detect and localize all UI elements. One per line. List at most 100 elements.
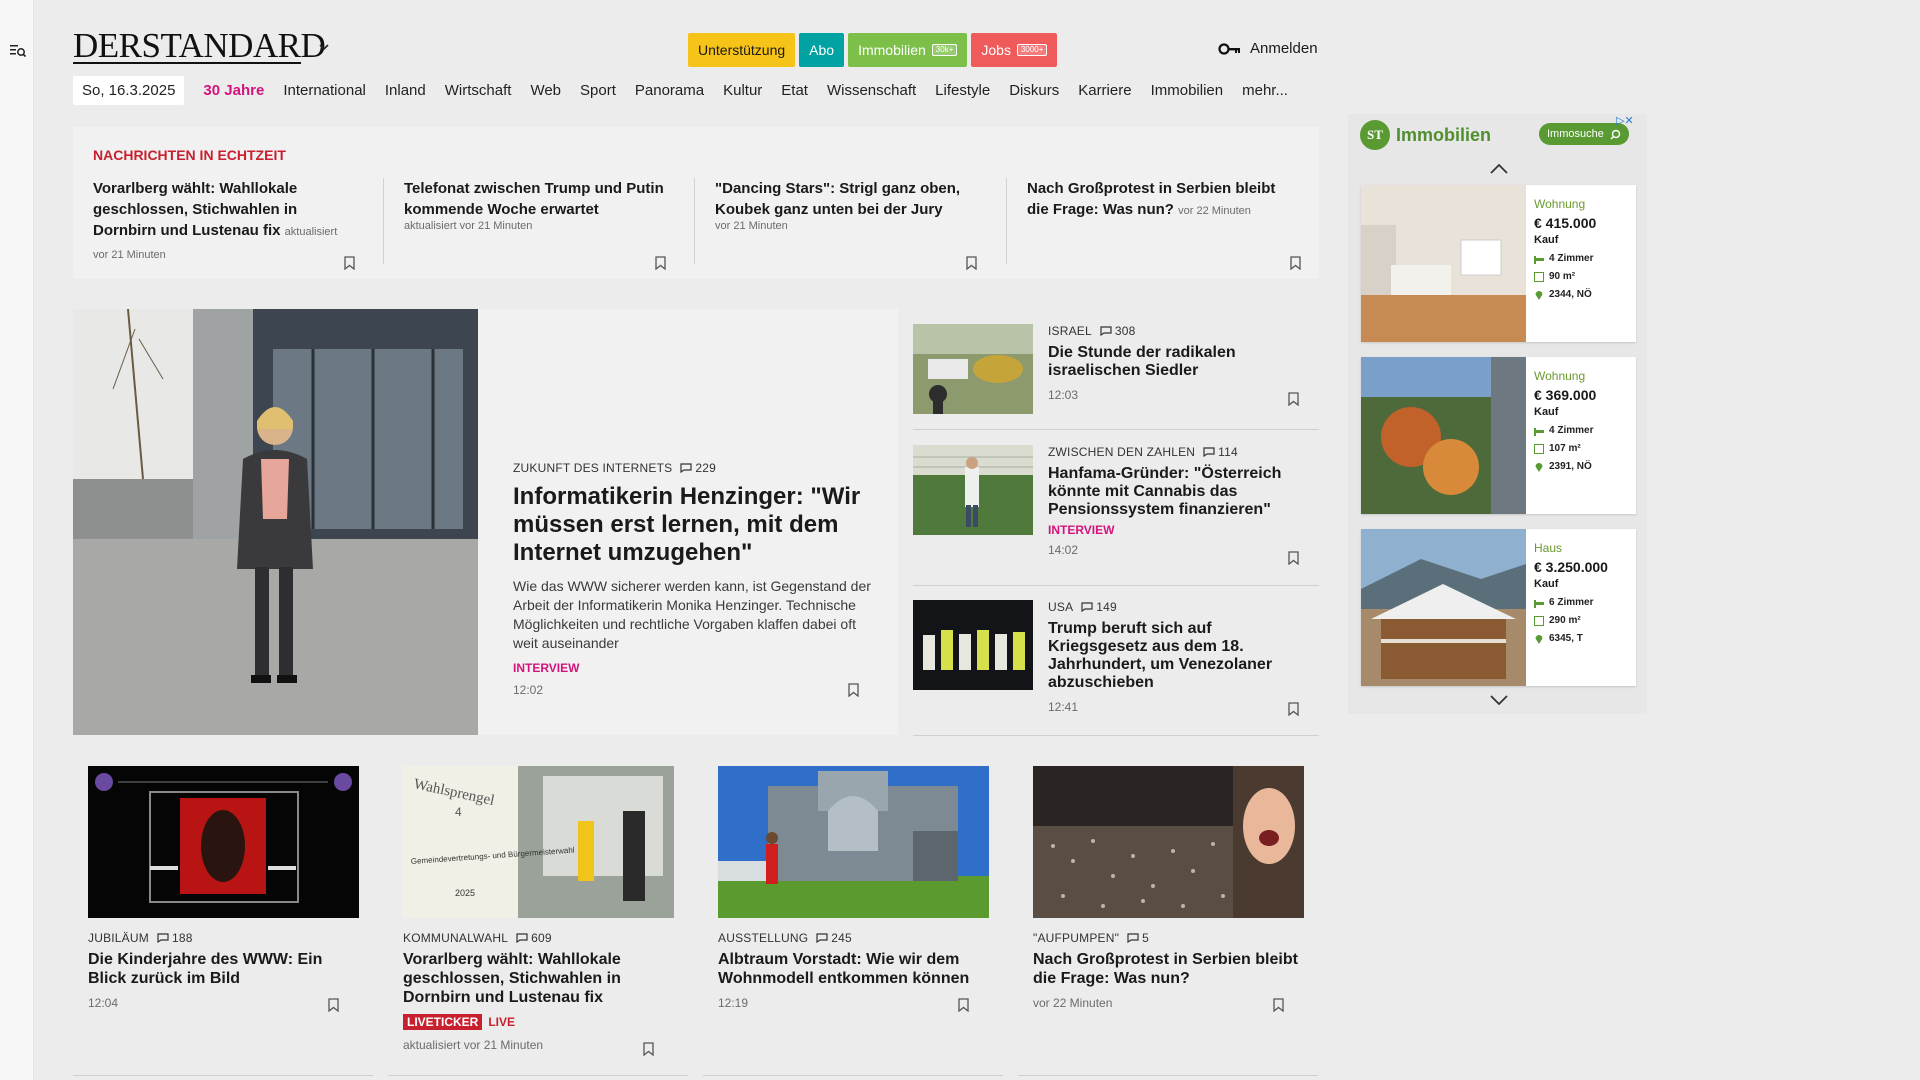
- bookmark-icon[interactable]: [1288, 551, 1299, 565]
- bookmark-icon[interactable]: [848, 683, 859, 697]
- listing-photo[interactable]: [1361, 185, 1526, 342]
- story-kicker: USA 149: [1048, 600, 1303, 614]
- timestamp: vor 22 Minuten: [1033, 996, 1113, 1010]
- key-icon: [1218, 42, 1240, 55]
- comment-icon: [1100, 326, 1112, 336]
- story-thumbnail[interactable]: [913, 324, 1033, 414]
- listing-photo[interactable]: [1361, 357, 1526, 514]
- hero-headline[interactable]: Informatikerin Henzinger: "Wir müssen er…: [513, 483, 873, 567]
- bookmark-icon[interactable]: [958, 998, 969, 1012]
- listing-info: Wohnung € 369.000 Kauf 4 Zimmer 107 m² 2…: [1534, 369, 1634, 472]
- nav-item[interactable]: Kultur: [723, 82, 762, 99]
- pill-label: Abo: [809, 42, 835, 58]
- hero-photo[interactable]: [73, 309, 478, 735]
- comment-count[interactable]: 149: [1081, 600, 1117, 614]
- story-thumbnail[interactable]: [913, 600, 1033, 690]
- nav-item[interactable]: Diskurs: [1009, 82, 1059, 99]
- site-logo[interactable]: DERSTANDARD: [73, 28, 326, 63]
- nav-item[interactable]: Wirtschaft: [445, 82, 512, 99]
- pill-badge: 3000+: [1016, 44, 1048, 56]
- listing-card[interactable]: Wohnung € 415.000 Kauf 4 Zimmer 90 m² 23…: [1361, 185, 1636, 342]
- bookmark-icon[interactable]: [1288, 702, 1299, 716]
- chevron-down-icon[interactable]: [1489, 694, 1509, 706]
- bookmark-icon[interactable]: [966, 256, 977, 270]
- hero-article[interactable]: ZUKUNFT DES INTERNETS 229 Informatikerin…: [73, 309, 898, 735]
- story-card[interactable]: JUBILÄUM 188 Die Kinderjahre des WWW: Ei…: [88, 766, 359, 1012]
- realtime-item[interactable]: "Dancing Stars": Strigl ganz oben, Koube…: [695, 178, 995, 270]
- bookmark-icon[interactable]: [1288, 392, 1299, 406]
- story-headline[interactable]: Trump beruft sich auf Kriegsgesetz aus d…: [1048, 620, 1303, 692]
- nav-item[interactable]: Immobilien: [1151, 82, 1224, 99]
- comment-count[interactable]: 5: [1127, 931, 1149, 945]
- nav-item[interactable]: International: [283, 82, 366, 99]
- pill-abo[interactable]: Abo: [799, 33, 845, 67]
- bookmark-icon[interactable]: [344, 256, 355, 270]
- menu-search-icon[interactable]: [9, 42, 27, 60]
- bed-icon: [1534, 427, 1544, 436]
- left-sidebar: [0, 0, 34, 1080]
- nav-item[interactable]: Etat: [781, 82, 808, 99]
- kicker-label: AUSSTELLUNG: [718, 931, 809, 945]
- chevron-down-icon[interactable]: [318, 42, 330, 52]
- comment-count[interactable]: 114: [1203, 445, 1238, 459]
- card-image[interactable]: Wahlsprengel 4 Gemeindevertretungs- und …: [403, 766, 674, 918]
- story-card[interactable]: AUSSTELLUNG 245 Albtraum Vorstadt: Wie w…: [718, 766, 989, 1012]
- listing-photo[interactable]: [1361, 529, 1526, 686]
- comment-count[interactable]: 188: [157, 931, 193, 945]
- story-kicker: ZWISCHEN DEN ZAHLEN 114: [1048, 445, 1303, 459]
- interview-tag: INTERVIEW: [513, 661, 580, 675]
- ad-title: Immobilien: [1396, 124, 1492, 145]
- card-headline[interactable]: Die Kinderjahre des WWW: Ein Blick zurüc…: [88, 950, 359, 988]
- bookmark-icon[interactable]: [1290, 256, 1301, 270]
- login-button[interactable]: Anmelden: [1218, 40, 1318, 57]
- ad-choices-icon[interactable]: ▷✕: [1616, 114, 1634, 127]
- realtime-item[interactable]: Nach Großprotest in Serbien bleibt die F…: [1007, 178, 1319, 270]
- card-image[interactable]: [718, 766, 989, 918]
- kicker-label: USA: [1048, 600, 1074, 614]
- story-card[interactable]: Wahlsprengel 4 Gemeindevertretungs- und …: [403, 766, 674, 1056]
- pill-unterstuetzung[interactable]: Unterstützung: [688, 33, 796, 67]
- location-pin-icon: [1535, 634, 1543, 644]
- bookmark-icon[interactable]: [1273, 998, 1284, 1012]
- story-card[interactable]: "AUFPUMPEN" 5 Nach Großprotest in Serbie…: [1033, 766, 1304, 1012]
- immobilien-ad[interactable]: ST Immobilien Immosuche ▷✕ Wohnung € 415…: [1348, 114, 1647, 714]
- nav-item-30-jahre[interactable]: 30 Jahre: [203, 82, 264, 99]
- nav-item[interactable]: Sport: [580, 82, 616, 99]
- card-headline[interactable]: Nach Großprotest in Serbien bleibt die F…: [1033, 950, 1304, 988]
- liveticker-badge: LIVETICKER: [403, 1014, 483, 1030]
- realtime-headline: "Dancing Stars": Strigl ganz oben, Koube…: [715, 180, 961, 218]
- nav-item[interactable]: Lifestyle: [935, 82, 990, 99]
- realtime-item[interactable]: Telefonat zwischen Trump und Putin komme…: [384, 178, 684, 270]
- immosuche-label: Immosuche: [1547, 128, 1604, 140]
- bookmark-icon[interactable]: [328, 998, 339, 1012]
- nav-item-more[interactable]: mehr...: [1242, 82, 1288, 99]
- comment-count[interactable]: 245: [816, 931, 852, 945]
- story-headline[interactable]: Hanfama-Gründer: "Österreich könnte mit …: [1048, 465, 1303, 519]
- listing-card[interactable]: Wohnung € 369.000 Kauf 4 Zimmer 107 m² 2…: [1361, 357, 1636, 514]
- pill-jobs[interactable]: Jobs 3000+: [971, 33, 1058, 67]
- card-headline[interactable]: Vorarlberg wählt: Wahllokale geschlossen…: [403, 950, 674, 1007]
- comment-count[interactable]: 229: [680, 461, 716, 475]
- chevron-up-icon[interactable]: [1489, 163, 1509, 175]
- kicker-label: ISRAEL: [1048, 324, 1092, 338]
- listing-card[interactable]: Haus € 3.250.000 Kauf 6 Zimmer 290 m² 63…: [1361, 529, 1636, 686]
- bookmark-icon[interactable]: [643, 1042, 654, 1056]
- nav-item[interactable]: Inland: [385, 82, 426, 99]
- bookmark-icon[interactable]: [655, 256, 666, 270]
- realtime-item[interactable]: Vorarlberg wählt: Wahllokale geschlossen…: [73, 178, 373, 270]
- story-thumbnail[interactable]: [913, 445, 1033, 535]
- pill-immobilien[interactable]: Immobilien 30k+: [848, 33, 968, 67]
- comment-count[interactable]: 609: [516, 931, 552, 945]
- card-image[interactable]: [1033, 766, 1304, 918]
- comment-icon: [816, 933, 828, 943]
- nav-item[interactable]: Wissenschaft: [827, 82, 916, 99]
- pill-label: Immobilien: [858, 42, 926, 58]
- story-headline[interactable]: Die Stunde der radikalen israelischen Si…: [1048, 344, 1303, 380]
- comment-count[interactable]: 308: [1100, 324, 1136, 338]
- nav-item[interactable]: Web: [530, 82, 561, 99]
- nav-item[interactable]: Panorama: [635, 82, 704, 99]
- card-headline[interactable]: Albtraum Vorstadt: Wie wir dem Wohnmodel…: [718, 950, 989, 988]
- card-image[interactable]: [88, 766, 359, 918]
- listing-deal: Kauf: [1534, 234, 1559, 246]
- nav-item[interactable]: Karriere: [1078, 82, 1131, 99]
